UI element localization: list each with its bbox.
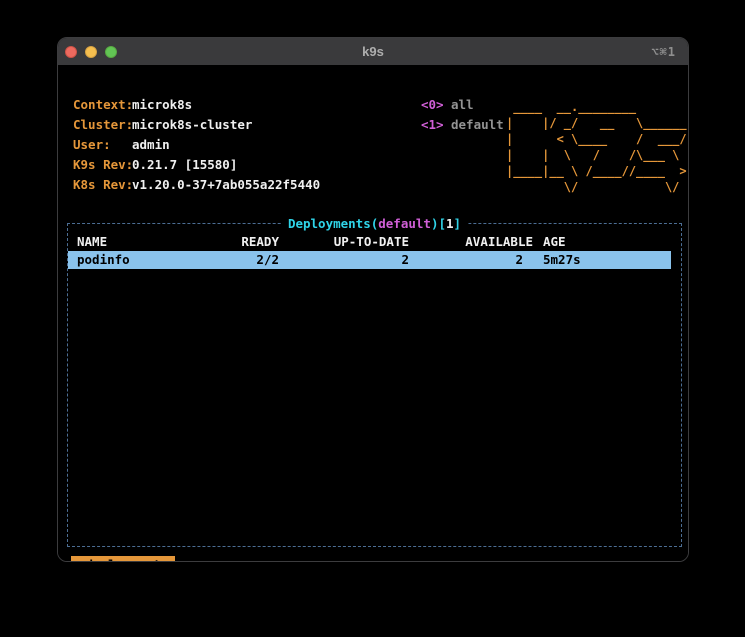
column-header-age[interactable]: AGE: [543, 233, 566, 251]
breadcrumb-deployment[interactable]: <deployment>: [71, 556, 175, 562]
deployments-table: NAME READY UP-TO-DATE AVAILABLE AGE podi…: [68, 233, 681, 269]
k8s-rev-label: K8s Rev:: [73, 175, 132, 195]
panel-title-resource: Deployments(: [288, 216, 378, 231]
cell-age: 5m27s: [543, 251, 581, 269]
logo-line: ____ __.________: [506, 99, 687, 115]
cluster-value: microk8s-cluster: [132, 115, 252, 135]
k9s-rev-row: K9s Rev:0.21.7 [15580]: [73, 155, 320, 175]
terminal-window: k9s ⌥⌘1 Context:microk8s Cluster:microk8…: [57, 37, 689, 562]
cluster-label: Cluster:: [73, 115, 132, 135]
user-row: User:admin: [73, 135, 320, 155]
minimize-button[interactable]: [85, 46, 97, 58]
context-label: Context:: [73, 95, 132, 115]
panel-title-count: 1: [446, 216, 454, 231]
k9s-rev-value: 0.21.7 [15580]: [132, 155, 237, 175]
window-titlebar[interactable]: k9s ⌥⌘1: [58, 38, 688, 65]
namespace-name-all: all: [451, 95, 474, 115]
panel-title-namespace: default: [378, 216, 431, 231]
table-header-row: NAME READY UP-TO-DATE AVAILABLE AGE: [68, 233, 681, 251]
user-value: admin: [132, 135, 170, 155]
desktop-background: k9s ⌥⌘1 Context:microk8s Cluster:microk8…: [0, 0, 745, 637]
cluster-row: Cluster:microk8s-cluster: [73, 115, 320, 135]
k9s-ascii-logo: ____ __.________ | |/ _/ __ \______ | < …: [506, 99, 687, 195]
cell-available: 2: [68, 251, 523, 269]
k8s-rev-value: v1.20.0-37+7ab055a22f5440: [132, 175, 320, 195]
namespace-hotkey-1: <1>: [421, 115, 451, 135]
deployments-panel: Deployments(default)[1] NAME READY UP-TO…: [67, 223, 682, 547]
window-title: k9s: [58, 44, 688, 59]
logo-line: | |/ _/ __ \______: [506, 115, 687, 131]
context-row: Context:microk8s: [73, 95, 320, 115]
panel-title-bracket-close: ]: [454, 216, 462, 231]
namespace-name-default: default: [451, 115, 504, 135]
logo-line: \/ \/: [506, 179, 687, 195]
k8s-rev-row: K8s Rev:v1.20.0-37+7ab055a22f5440: [73, 175, 320, 195]
namespace-shortcut-all[interactable]: <0>all: [421, 95, 504, 115]
traffic-lights: [65, 38, 117, 65]
cluster-info: Context:microk8s Cluster:microk8s-cluste…: [73, 95, 320, 195]
user-label: User:: [73, 135, 132, 155]
zoom-button[interactable]: [105, 46, 117, 58]
context-value: microk8s: [132, 95, 192, 115]
terminal-body: Context:microk8s Cluster:microk8s-cluste…: [58, 65, 688, 562]
panel-title-bracket: )[: [431, 216, 446, 231]
logo-line: | < \____ / ___/: [506, 131, 687, 147]
namespace-shortcuts: <0>all <1>default: [421, 95, 504, 135]
logo-line: |____|__ \ /____//____ >: [506, 163, 687, 179]
namespace-shortcut-default[interactable]: <1>default: [421, 115, 504, 135]
namespace-hotkey-0: <0>: [421, 95, 451, 115]
column-header-available[interactable]: AVAILABLE: [68, 233, 533, 251]
k9s-rev-label: K9s Rev:: [73, 155, 132, 175]
window-shortcut-indicator: ⌥⌘1: [651, 38, 676, 65]
panel-title: Deployments(default)[1]: [281, 216, 468, 231]
table-row-podinfo[interactable]: podinfo 2/2 2 2 5m27s: [68, 251, 671, 269]
logo-line: | | \ / /\___ \: [506, 147, 687, 163]
close-button[interactable]: [65, 46, 77, 58]
breadcrumb: <deployment>: [71, 555, 175, 562]
